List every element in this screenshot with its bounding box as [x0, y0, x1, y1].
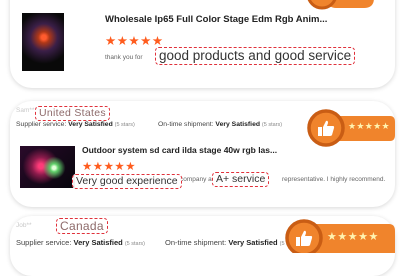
reviewer-name: Sam**	[16, 107, 35, 114]
review-highlight: A+ service	[212, 172, 270, 187]
rating-stars: ★★★★★	[82, 161, 137, 173]
rating-stars: ★★★★★	[105, 34, 164, 48]
review-comment-tail: representative. I highly recommend.	[282, 176, 386, 183]
review-comment-mid: company an	[180, 176, 216, 183]
review-comment-prefix: thank you for	[105, 54, 143, 61]
badge-stars: ★★★★★	[348, 121, 390, 131]
reviewer-name: Job**	[16, 222, 32, 229]
product-title[interactable]: Wholesale Ip65 Full Color Stage Edm Rgb …	[105, 14, 327, 25]
product-thumbnail[interactable]	[22, 13, 64, 71]
satisfaction-badge: ★★★★★	[284, 218, 395, 257]
review-card: Wholesale Ip65 Full Color Stage Edm Rgb …	[10, 0, 395, 88]
badge-stars: ★★★★★	[327, 231, 379, 243]
review-highlight: good products and good service	[155, 47, 356, 66]
reviewer-country: United States	[35, 106, 110, 121]
thumbs-up-icon	[318, 120, 335, 136]
supplier-service-rating: Supplier service: Very Satisfied (5 star…	[16, 121, 135, 128]
on-time-shipment-rating: On-time shipment: Very Satisfied (5 star…	[165, 238, 300, 247]
supplier-service-rating: Supplier service: Very Satisfied (5 star…	[16, 238, 146, 247]
product-thumbnail[interactable]	[20, 146, 75, 188]
review-highlight: Very good experience	[72, 174, 182, 189]
thumbs-up-icon	[296, 230, 313, 246]
on-time-shipment-rating: On-time shipment: Very Satisfied (5 star…	[158, 121, 283, 128]
satisfaction-badge: ★★★★★	[306, 108, 395, 148]
product-title[interactable]: Outdoor system sd card ilda stage 40w rg…	[82, 145, 277, 155]
reviewer-country: Canada	[56, 218, 108, 235]
thumbs-up-icon	[307, 0, 374, 10]
